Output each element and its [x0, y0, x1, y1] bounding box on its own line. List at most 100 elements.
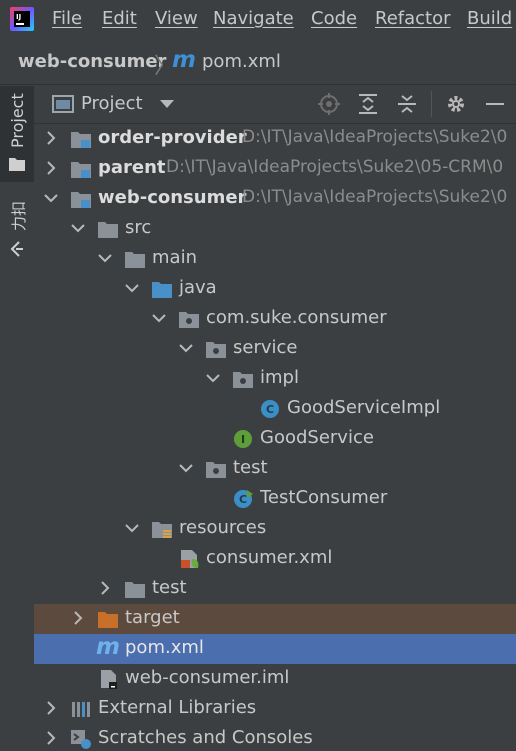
package-icon: [206, 342, 226, 358]
tree-label: TestConsumer: [260, 487, 388, 508]
tree-node-parent[interactable]: parent D:\IT\Java\IdeaProjects\Suke2\05-…: [34, 154, 516, 184]
menu-build[interactable]: Build: [467, 8, 512, 29]
panel-title: Project: [81, 93, 143, 114]
collapse-all-icon[interactable]: [396, 93, 418, 115]
favorites-tool-label: 力扣: [10, 200, 28, 231]
tree-node-impl[interactable]: impl: [34, 364, 516, 394]
tree-node-service[interactable]: service: [34, 334, 516, 364]
tree-label: web-consumer: [98, 187, 247, 208]
tree-node-external-libraries[interactable]: External Libraries: [34, 694, 516, 724]
tree-node-main[interactable]: main: [34, 244, 516, 274]
chevron-down-icon[interactable]: [206, 371, 220, 385]
tree-label: consumer.xml: [206, 547, 333, 568]
tree-label: target: [125, 607, 180, 628]
tree-node-target[interactable]: target: [34, 604, 516, 634]
tree-node-good-service-impl[interactable]: C GoodServiceImpl: [34, 394, 516, 424]
toolbar-divider: [431, 91, 432, 117]
tree-node-resources[interactable]: resources: [34, 514, 516, 544]
tree-path: D:\IT\Java\IdeaProjects\Suke2\0: [242, 127, 508, 147]
module-folder-icon: [71, 132, 91, 148]
tree-node-test-package[interactable]: test: [34, 454, 516, 484]
chevron-right-icon[interactable]: [44, 701, 58, 715]
tree-label: GoodServiceImpl: [287, 397, 441, 418]
tree-label: pom.xml: [125, 637, 204, 658]
tree-node-scratches[interactable]: Scratches and Consoles: [34, 724, 516, 751]
menu-code[interactable]: Code: [311, 8, 357, 29]
expand-all-icon[interactable]: [357, 93, 379, 115]
class-icon: C: [261, 400, 279, 418]
chevron-down-icon[interactable]: [98, 251, 112, 265]
tree-node-good-service[interactable]: I GoodService: [34, 424, 516, 454]
view-dropdown-icon[interactable]: [160, 100, 174, 109]
tree-node-java[interactable]: java: [34, 274, 516, 304]
gear-icon[interactable]: [445, 93, 467, 115]
module-folder-icon: [71, 192, 91, 208]
tree-label: com.suke.consumer: [206, 307, 387, 328]
tree-label: resources: [179, 517, 267, 538]
menu-refactor[interactable]: Refactor: [375, 8, 451, 29]
svg-text:I: I: [241, 433, 245, 446]
tool-window-strip: Project 力扣: [0, 85, 35, 751]
chevron-down-icon[interactable]: [125, 521, 139, 535]
chevron-right-icon[interactable]: [44, 131, 58, 145]
project-view-icon: [52, 95, 74, 113]
menu-file[interactable]: File: [52, 8, 82, 29]
intellij-logo-icon[interactable]: IJ: [10, 7, 34, 31]
chevron-right-icon[interactable]: [44, 731, 58, 745]
menu-view[interactable]: View: [155, 8, 198, 29]
project-tool-label: Project: [8, 93, 27, 148]
chevron-down-icon[interactable]: [179, 461, 193, 475]
chevron-down-icon[interactable]: [44, 191, 58, 205]
tree-path: D:\IT\Java\IdeaProjects\Suke2\05-CRM\0: [166, 157, 504, 177]
folder-icon: [9, 158, 25, 171]
tree-node-src[interactable]: src: [34, 214, 516, 244]
menu-navigate[interactable]: Navigate: [213, 8, 294, 29]
chevron-down-icon[interactable]: [179, 341, 193, 355]
leetcode-icon: [10, 241, 23, 257]
chevron-right-icon[interactable]: [44, 161, 58, 175]
tree-label: src: [125, 217, 152, 238]
breadcrumb-project[interactable]: web-consumer: [18, 51, 166, 72]
project-tool-button[interactable]: Project: [0, 86, 34, 182]
chevron-down-icon[interactable]: [71, 221, 85, 235]
breadcrumb-file[interactable]: pom.xml: [202, 51, 281, 72]
chevron-right-icon[interactable]: [98, 581, 112, 595]
svg-text:IJ: IJ: [16, 13, 21, 21]
tree-label: GoodService: [260, 427, 374, 448]
locate-icon[interactable]: [318, 93, 340, 115]
tree-label: java: [179, 277, 217, 298]
chevron-down-icon[interactable]: [152, 311, 166, 325]
chevron-down-icon[interactable]: [125, 281, 139, 295]
folder-icon: [125, 252, 145, 268]
tree-label: service: [233, 337, 298, 358]
svg-text:C: C: [239, 493, 247, 506]
tree-label: parent: [98, 157, 166, 178]
chevron-right-icon[interactable]: [71, 611, 85, 625]
svg-text:C: C: [266, 403, 274, 416]
tree-node-consumer-xml[interactable]: consumer.xml: [34, 544, 516, 574]
favorites-tool-button[interactable]: 力扣: [0, 195, 34, 265]
module-folder-icon: [71, 162, 91, 178]
menu-edit[interactable]: Edit: [102, 8, 137, 29]
scratches-icon: [71, 730, 91, 749]
tree-label: External Libraries: [98, 697, 257, 718]
tree-node-pom[interactable]: m pom.xml: [34, 634, 516, 664]
maven-file-icon: m: [96, 634, 120, 660]
package-icon: [206, 462, 226, 478]
tree-node-iml[interactable]: web-consumer.iml: [34, 664, 516, 694]
tree-node-order-provider[interactable]: order-provider D:\IT\Java\IdeaProjects\S…: [34, 124, 516, 154]
resources-folder-icon: [152, 522, 172, 538]
tree-label: Scratches and Consoles: [98, 727, 313, 748]
tree-label: web-consumer.iml: [125, 667, 290, 688]
project-panel-header: Project: [34, 85, 516, 124]
menu-bar: IJ File Edit View Navigate Code Refactor…: [0, 0, 516, 40]
tree-node-package[interactable]: com.suke.consumer: [34, 304, 516, 334]
minimize-icon[interactable]: [484, 93, 506, 115]
tree-node-test-consumer[interactable]: C TestConsumer: [34, 484, 516, 514]
maven-file-icon: m: [172, 47, 196, 73]
tree-node-web-consumer[interactable]: web-consumer D:\IT\Java\IdeaProjects\Suk…: [34, 184, 516, 214]
tree-node-test-dir[interactable]: test: [34, 574, 516, 604]
runnable-class-icon: C: [234, 490, 253, 508]
breadcrumb: web-consumer 〉 m pom.xml: [0, 40, 516, 85]
source-folder-icon: [152, 282, 172, 298]
